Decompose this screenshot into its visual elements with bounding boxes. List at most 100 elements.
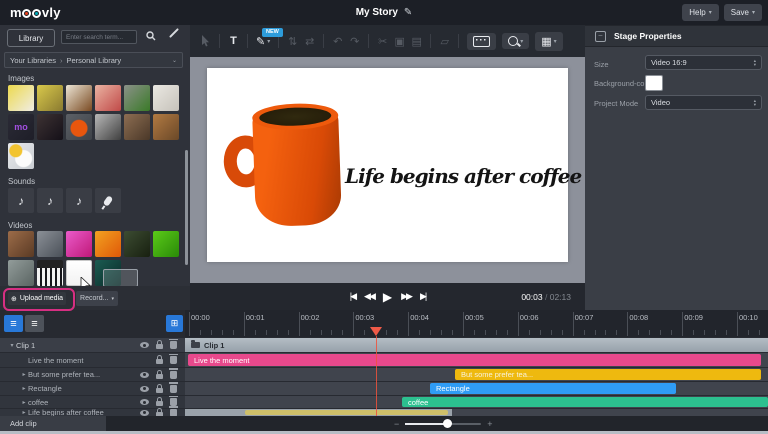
shape-tool-icon[interactable]: ✎▾NEW xyxy=(256,35,270,48)
track-row-clip-1[interactable]: ▾Clip 1 xyxy=(0,338,185,352)
library-scrollbar[interactable] xyxy=(185,150,188,265)
text-tool-icon[interactable]: T xyxy=(228,35,239,47)
video-green-leaves[interactable] xyxy=(153,231,179,257)
thumb-wood-figure[interactable] xyxy=(153,114,179,140)
thumb-holly-berries[interactable] xyxy=(124,85,150,111)
video-hand-brown[interactable] xyxy=(8,231,34,257)
clip-bar-coffee[interactable]: coffee xyxy=(402,397,768,407)
project-mode-select[interactable]: Video ▴▾ xyxy=(645,95,762,110)
record-button[interactable]: Record...▾ xyxy=(76,291,118,306)
track-caret-icon[interactable]: ▸ xyxy=(20,399,28,406)
stage-properties-header[interactable]: – Stage Properties xyxy=(585,25,768,47)
eye-icon[interactable] xyxy=(140,372,149,378)
stage[interactable]: Life begins after coffee xyxy=(207,68,568,262)
layout-menu-icon[interactable]: ▦▾ xyxy=(535,32,562,51)
zoom-out-icon[interactable]: − xyxy=(394,419,399,429)
thumb-weather-sun-cloud[interactable] xyxy=(8,143,34,169)
sound-clip-3[interactable]: ♪ xyxy=(66,188,92,213)
sound-microphone[interactable] xyxy=(95,188,121,213)
track-row-life-begins-after-coffee[interactable]: ▸Life begins after coffee xyxy=(0,409,185,416)
eye-icon[interactable] xyxy=(140,342,149,348)
video-gray-blur[interactable] xyxy=(8,260,34,286)
search-icon[interactable] xyxy=(146,31,156,41)
thumb-yellow-duck[interactable] xyxy=(37,85,63,111)
undo-icon: ↶ xyxy=(332,35,343,48)
thumb-latte-cup[interactable] xyxy=(66,85,92,111)
coffee-mug-graphic[interactable] xyxy=(230,102,344,231)
thumb-concert-dark[interactable] xyxy=(37,114,63,140)
video-dark-animal[interactable] xyxy=(124,231,150,257)
thumb-car-snow[interactable] xyxy=(153,85,179,111)
thumb-moo-logo[interactable]: mo xyxy=(8,114,34,140)
trash-icon[interactable] xyxy=(170,398,177,406)
track-row-rectangle[interactable]: ▸Rectangle xyxy=(0,382,185,395)
track-caret-icon[interactable]: ▸ xyxy=(20,371,28,378)
thumb-comic-woman[interactable] xyxy=(8,85,34,111)
clip-bar-label: Live the moment xyxy=(188,356,249,365)
edit-title-icon[interactable]: ✎ xyxy=(404,7,412,18)
library-breadcrumb[interactable]: Your Libraries › Personal Library ⌄ xyxy=(4,52,183,68)
rewind-button[interactable]: ◀◀ xyxy=(364,291,374,302)
zoom-menu-icon[interactable]: ▾ xyxy=(502,33,529,49)
track-row-live-the-moment[interactable]: Live the moment xyxy=(0,353,185,367)
keyboard-shortcuts-icon[interactable] xyxy=(467,33,496,50)
ruler-minor-tick xyxy=(277,330,278,335)
eye-icon[interactable] xyxy=(140,410,149,416)
lock-icon[interactable] xyxy=(156,401,163,406)
track-row-but-some-prefer-tea-[interactable]: ▸But some prefer tea... xyxy=(0,368,185,381)
skip-to-end-button[interactable]: ▶| xyxy=(420,291,425,302)
library-tab[interactable]: Library xyxy=(7,29,55,47)
lock-icon[interactable] xyxy=(156,388,163,393)
clip-bar-rectangle[interactable]: Rectangle xyxy=(430,383,676,394)
zoom-in-icon[interactable]: + xyxy=(487,419,492,429)
lock-icon[interactable] xyxy=(156,344,163,349)
breadcrumb-current[interactable]: Personal Library xyxy=(67,56,122,65)
clip-bar-clip-1[interactable]: Clip 1 xyxy=(185,338,768,352)
skip-to-start-button[interactable]: |◀ xyxy=(350,291,355,302)
trash-icon[interactable] xyxy=(170,356,177,364)
video-magenta-gradient[interactable] xyxy=(66,231,92,257)
timeline-view-list-button[interactable]: ≡ xyxy=(4,315,23,332)
background-color-swatch[interactable] xyxy=(645,75,663,91)
zoom-slider[interactable] xyxy=(405,423,481,425)
sound-clip-2[interactable]: ♪ xyxy=(37,188,63,213)
timeline-ruler[interactable]: 00:0000:0100:0200:0300:0400:0500:0600:07… xyxy=(185,310,768,337)
clip-bar-live-the-moment[interactable]: Live the moment xyxy=(188,354,761,366)
track-row-coffee[interactable]: ▸coffee xyxy=(0,396,185,408)
trash-icon[interactable] xyxy=(170,371,177,379)
thumb-man-face[interactable] xyxy=(124,114,150,140)
add-clip-button[interactable]: Add clip xyxy=(0,416,106,431)
track-caret-icon[interactable]: ▾ xyxy=(8,342,16,349)
timeline-view-compact-button[interactable]: ≡ xyxy=(25,315,44,332)
size-select[interactable]: Video 16:9 ▴▾ xyxy=(645,55,762,70)
eye-icon[interactable] xyxy=(140,399,149,405)
thumb-street-bw[interactable] xyxy=(95,114,121,140)
search-input[interactable]: Enter search term... xyxy=(61,30,137,44)
thumb-excited-woman[interactable] xyxy=(95,85,121,111)
play-button[interactable]: ▶ xyxy=(383,290,392,304)
trash-icon[interactable] xyxy=(170,385,177,393)
clip-bar-but-some-prefer-tea-[interactable]: But some prefer tea... xyxy=(455,369,761,380)
fast-forward-button[interactable]: ▶▶ xyxy=(401,291,411,302)
collapse-icon[interactable]: – xyxy=(595,31,606,42)
playhead-handle[interactable] xyxy=(370,327,382,336)
draw-pen-icon[interactable] xyxy=(169,28,179,38)
help-button[interactable]: Help▾ xyxy=(682,4,718,21)
trash-icon[interactable] xyxy=(170,341,177,349)
track-caret-icon[interactable]: ▸ xyxy=(20,385,28,392)
timeline-options-button[interactable]: ⊞ xyxy=(166,315,183,332)
clip-bar-life-begins-after-coffee[interactable] xyxy=(245,410,448,415)
save-button[interactable]: Save▾ xyxy=(724,4,762,21)
lock-icon[interactable] xyxy=(156,374,163,379)
breadcrumb-root[interactable]: Your Libraries xyxy=(10,56,56,65)
stage-text[interactable]: Life begins after coffee xyxy=(345,164,561,188)
video-piano-keys[interactable] xyxy=(37,260,63,286)
zoom-slider-handle[interactable] xyxy=(443,419,452,428)
thumb-orange-mug[interactable] xyxy=(66,114,92,140)
video-orange-burst[interactable] xyxy=(95,231,121,257)
eye-icon[interactable] xyxy=(140,386,149,392)
track-caret-icon[interactable]: ▸ xyxy=(20,409,28,416)
video-castle[interactable] xyxy=(37,231,63,257)
lock-icon[interactable] xyxy=(156,359,163,364)
sound-clip-1[interactable]: ♪ xyxy=(8,188,34,213)
